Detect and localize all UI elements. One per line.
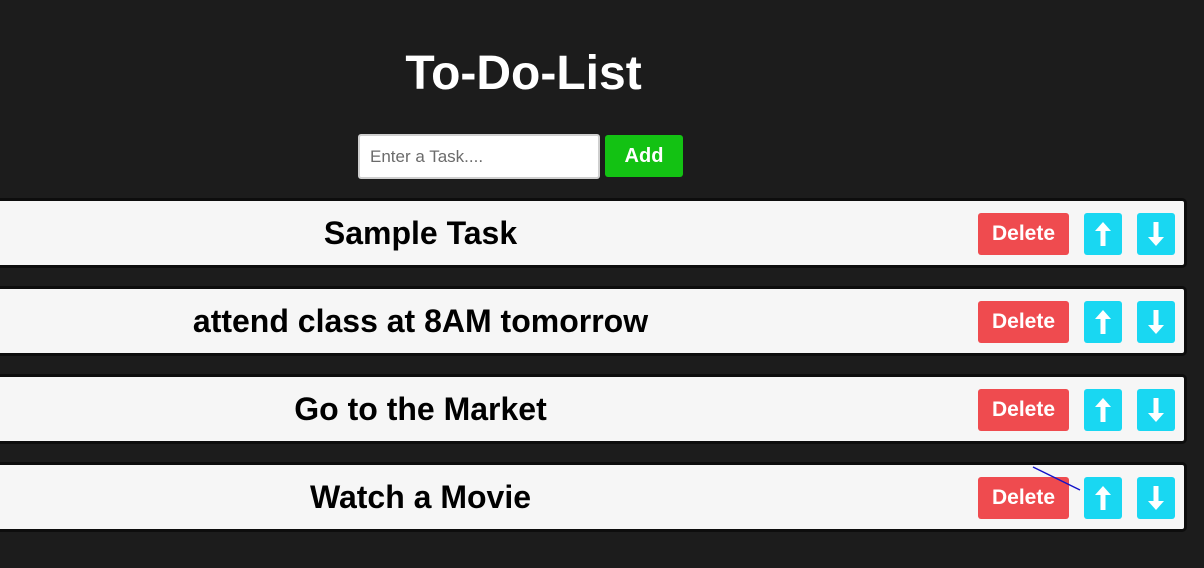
- arrow-up-icon: [1095, 222, 1111, 246]
- move-task-down-button[interactable]: [1137, 477, 1175, 519]
- move-task-down-button[interactable]: [1137, 213, 1175, 255]
- task-item: attend class at 8AM tomorrow Delete: [0, 286, 1187, 356]
- task-text: Sample Task: [323, 215, 518, 251]
- move-task-up-button[interactable]: [1084, 477, 1122, 519]
- move-task-up-button[interactable]: [1084, 213, 1122, 255]
- delete-task-button[interactable]: Delete: [978, 477, 1069, 519]
- arrow-down-icon: [1148, 310, 1164, 334]
- arrow-down-icon: [1148, 486, 1164, 510]
- arrow-up-icon: [1095, 398, 1111, 422]
- task-list: Sample Task Delete attend class at 8AM t…: [0, 0, 1204, 568]
- arrow-down-icon: [1148, 222, 1164, 246]
- task-text: Go to the Market: [294, 391, 547, 427]
- delete-task-button[interactable]: Delete: [978, 213, 1069, 255]
- todo-app: To-Do-List Add Sample Task Delete attend…: [0, 0, 1204, 568]
- move-task-down-button[interactable]: [1137, 389, 1175, 431]
- arrow-down-icon: [1148, 398, 1164, 422]
- task-text: Watch a Movie: [309, 479, 532, 515]
- arrow-up-icon: [1095, 486, 1111, 510]
- move-task-up-button[interactable]: [1084, 301, 1122, 343]
- task-item: Watch a Movie Delete: [0, 462, 1187, 532]
- delete-task-button[interactable]: Delete: [978, 301, 1069, 343]
- task-item: Sample Task Delete: [0, 198, 1187, 268]
- move-task-up-button[interactable]: [1084, 389, 1122, 431]
- task-item: Go to the Market Delete: [0, 374, 1187, 444]
- arrow-up-icon: [1095, 310, 1111, 334]
- move-task-down-button[interactable]: [1137, 301, 1175, 343]
- task-text: attend class at 8AM tomorrow: [192, 303, 649, 339]
- delete-task-button[interactable]: Delete: [978, 389, 1069, 431]
